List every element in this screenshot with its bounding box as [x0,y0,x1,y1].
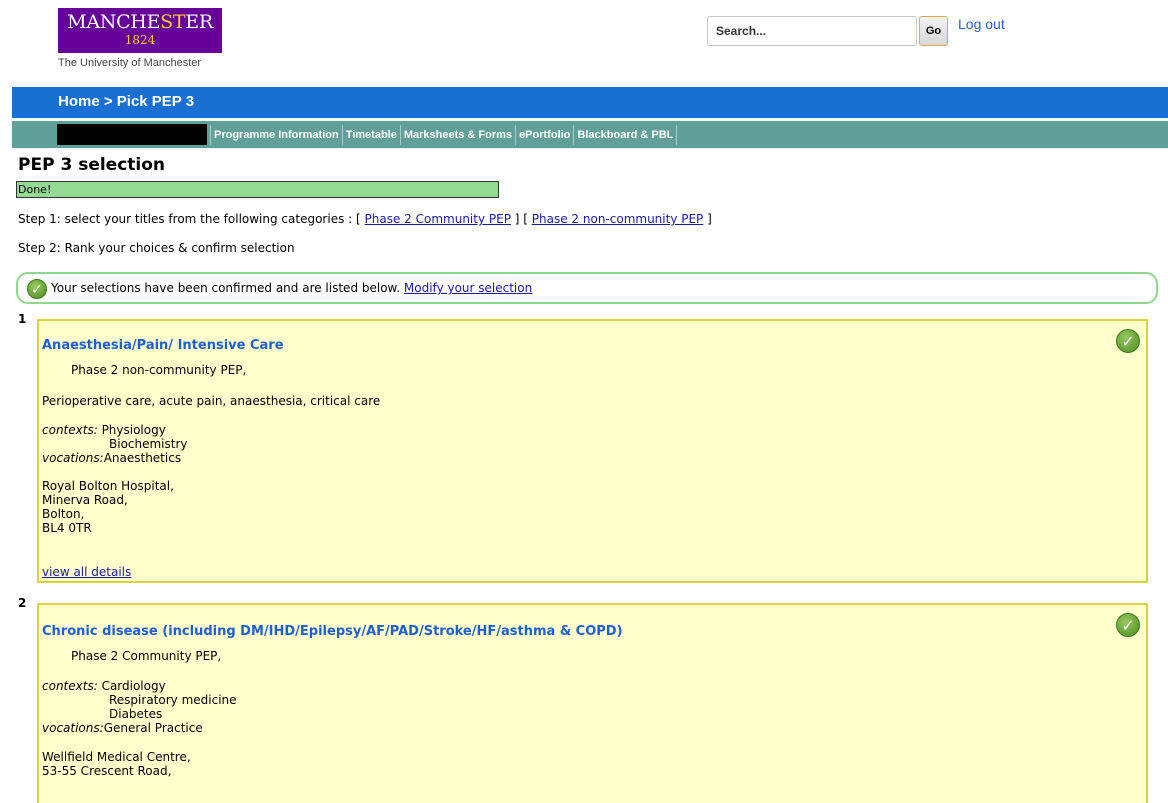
selection-description: Perioperative care, acute pain, anaesthe… [42,394,381,408]
search-input[interactable]: Search... [707,16,917,46]
rank-number: 2 [18,596,27,610]
rank-number: 1 [18,312,27,326]
address-line: 53-55 Crescent Road, [42,764,172,778]
redacted-user-name [57,124,207,145]
context-item: Respiratory medicine [109,693,237,707]
vocations-label: vocations: [42,451,104,465]
non-community-pep-link[interactable]: Phase 2 non-community PEP [532,212,704,226]
vocation-value: General Practice [103,721,203,735]
selection-title[interactable]: Anaesthesia/Pain/ Intensive Care [42,339,284,353]
logout-link[interactable]: Log out [958,16,1005,32]
address-line: Minerva Road, [42,493,128,507]
selection-title[interactable]: Chronic disease (including DM/IHD/Epilep… [42,625,623,639]
context-item: Physiology [101,423,166,437]
selection-type: Phase 2 non-community PEP, [71,363,247,377]
vocation-value: Anaesthetics [103,451,182,465]
vocations-block: vocations:General Practice [42,721,203,735]
address-line: Wellfield Medical Centre, [42,750,191,764]
context-item: Biochemistry [109,437,188,451]
step1-prefix: Step 1: select your titles from the foll… [18,212,361,226]
community-pep-link[interactable]: Phase 2 Community PEP [365,212,511,226]
address-line: Bolton, [42,507,85,521]
selection-type: Phase 2 Community PEP, [71,649,222,663]
nav-marksheets-forms[interactable]: Marksheets & Forms [401,124,517,145]
page-title: PEP 3 selection [18,155,166,175]
nav-bar: Programme Information Timetable Markshee… [12,121,1168,148]
confirmation-box: ✓ Your selections have been confirmed an… [16,272,1158,304]
contexts-label: contexts: [42,423,98,437]
contexts-block: contexts: Cardiology [42,679,166,693]
contexts-block: contexts: Physiology [42,423,166,437]
view-details-link[interactable]: view all details [42,565,131,579]
context-item: Cardiology [101,679,166,693]
checkmark-icon: ✓ [1116,613,1140,637]
logo-year: 1824 [124,33,156,47]
nav-eportfolio[interactable]: ePortfolio [516,124,575,145]
address-line: BL4 0TR [42,521,92,535]
breadcrumb[interactable]: Home > Pick PEP 3 [58,93,194,110]
confirmation-text: Your selections have been confirmed and … [51,281,401,295]
nav-blackboard-pbl[interactable]: Blackboard & PBL [574,124,678,145]
university-logo[interactable]: MANCHESTER 1824 [58,8,222,53]
modify-selection-link[interactable]: Modify your selection [404,281,532,295]
step1-mid: ] [ [514,212,528,226]
nav-timetable[interactable]: Timetable [343,124,401,145]
selection-card: ✓ Anaesthesia/Pain/ Intensive Care Phase… [37,319,1148,583]
breadcrumb-bar: Home > Pick PEP 3 [12,87,1168,118]
search-go-button[interactable]: Go [919,16,948,46]
logo-subtitle: The University of Manchester [58,57,202,69]
main-nav: Programme Information Timetable Markshee… [210,121,678,148]
logo-wordmark: MANCHESTER [67,11,213,33]
vocations-block: vocations:Anaesthetics [42,451,181,465]
context-item: Diabetes [109,707,163,721]
checkmark-icon: ✓ [27,279,47,299]
step1-suffix: ] [707,212,712,226]
step1-text: Step 1: select your titles from the foll… [18,212,712,226]
contexts-label: contexts: [42,679,98,693]
step2-text: Step 2: Rank your choices & confirm sele… [18,241,295,255]
nav-programme-information[interactable]: Programme Information [210,124,343,145]
status-bar: Done! [16,181,499,198]
checkmark-icon: ✓ [1116,329,1140,353]
vocations-label: vocations: [42,721,104,735]
address-line: Royal Bolton Hospital, [42,479,174,493]
selection-card: ✓ Chronic disease (including DM/IHD/Epil… [37,603,1148,803]
